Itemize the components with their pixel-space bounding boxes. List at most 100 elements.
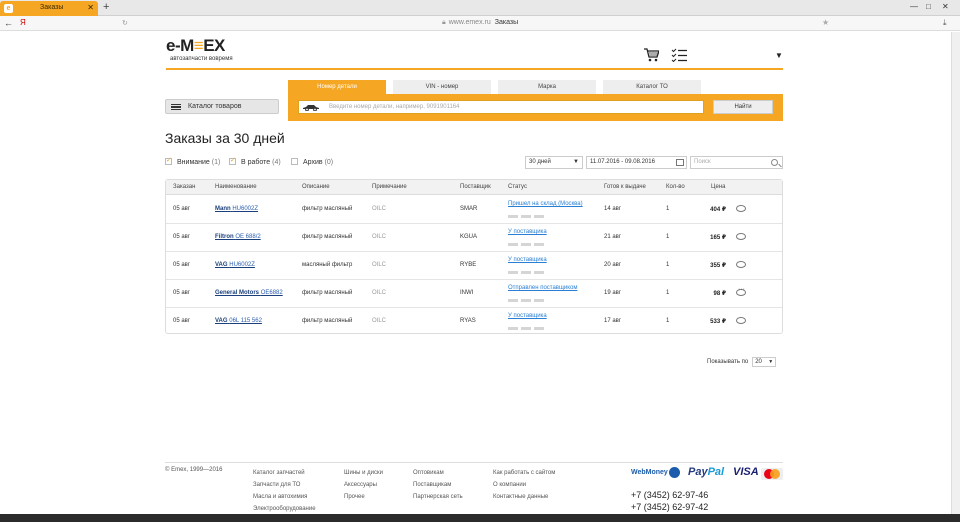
part-name-link[interactable]: Mann HU6002Z xyxy=(215,206,258,212)
maximize-icon[interactable]: □ xyxy=(926,2,931,11)
footer-link[interactable]: Аксессуары xyxy=(344,479,383,491)
logo-part: -M xyxy=(174,36,194,55)
filter-attention[interactable]: Внимание (1) xyxy=(165,156,220,166)
tab-brand[interactable]: Марка xyxy=(498,80,596,94)
filter-label: Внимание xyxy=(177,159,210,166)
bookmark-star-icon[interactable]: ★ xyxy=(822,18,829,27)
scrollbar[interactable] xyxy=(951,32,960,522)
part-name-link[interactable]: VAG HU6002Z xyxy=(215,262,255,268)
close-tab-icon[interactable]: ✕ xyxy=(87,3,94,12)
chat-icon[interactable] xyxy=(736,317,746,324)
part-name-link[interactable]: VAG 06L 115 562 xyxy=(215,318,262,324)
supplier-code: RYBE xyxy=(460,262,477,268)
url-field[interactable]: 🔒︎ www.emex.ru Заказы xyxy=(442,19,518,27)
filter-in-progress[interactable]: В работе (4) xyxy=(229,156,281,166)
phone-1[interactable]: +7 (3452) 62-97-46 xyxy=(631,490,708,500)
mastercard-logo xyxy=(761,468,783,480)
footer-link[interactable]: Запчасти для ТО xyxy=(253,479,316,491)
calendar-icon[interactable] xyxy=(676,159,684,166)
ready-date: 21 авг xyxy=(604,234,622,240)
order-status-link[interactable]: У поставщика xyxy=(508,313,547,319)
order-status-link[interactable]: Пришел на склад (Москва) xyxy=(508,201,583,207)
url-page-title: Заказы xyxy=(494,19,519,26)
orders-search-input[interactable]: Поиск xyxy=(690,156,783,169)
filter-archive[interactable]: Архив (0) xyxy=(291,158,333,166)
footer-link[interactable]: Партнерская сеть xyxy=(413,491,463,503)
footer-link[interactable]: Оптовикам xyxy=(413,467,463,479)
order-status-link[interactable]: У поставщика xyxy=(508,229,547,235)
part-name-link[interactable]: Filtron OE 688/2 xyxy=(215,234,261,240)
period-select[interactable]: 30 дней ▼ xyxy=(525,156,583,169)
ready-date: 19 авг xyxy=(604,290,622,296)
table-row: 05 авг Filtron OE 688/2 фильтр масляный OIL… xyxy=(166,224,782,252)
checklist-icon[interactable] xyxy=(671,48,687,62)
footer-link[interactable]: О компании xyxy=(493,479,555,491)
part-description: фильтр масляный xyxy=(302,234,353,240)
checkbox-icon[interactable] xyxy=(291,158,298,165)
status-progress xyxy=(508,297,547,304)
tab-maintenance-catalog[interactable]: Каталог ТО xyxy=(603,80,701,94)
order-status-link[interactable]: У поставщика xyxy=(508,257,547,263)
reload-icon[interactable]: ↻ xyxy=(122,19,128,27)
new-tab-button[interactable]: + xyxy=(103,1,109,13)
tab-vin[interactable]: VIN - номер xyxy=(393,80,491,94)
minimize-icon[interactable]: — xyxy=(910,2,918,11)
browser-tab[interactable]: e Заказы ✕ xyxy=(0,1,98,16)
date-range-field[interactable]: 11.07.2016 - 09.08.2016 xyxy=(586,156,687,169)
logo-bars: ≡ xyxy=(193,36,204,55)
cart-icon[interactable] xyxy=(643,47,659,63)
col-status: Статус xyxy=(508,184,527,190)
price: 98 ₽ xyxy=(713,291,726,297)
period-value: 30 дней xyxy=(529,159,551,165)
window-close-icon[interactable]: ✕ xyxy=(942,2,949,11)
chat-icon[interactable] xyxy=(736,261,746,268)
footer-link[interactable]: Шины и диски xyxy=(344,467,383,479)
page-title: Заказы за 30 дней xyxy=(165,130,285,146)
catalog-button[interactable]: Каталог товаров xyxy=(165,99,279,114)
footer-link[interactable]: Каталог запчастей xyxy=(253,467,316,479)
chat-icon[interactable] xyxy=(736,205,746,212)
price: 533 ₽ xyxy=(710,319,726,325)
quantity: 1 xyxy=(666,262,670,268)
webmoney-logo: WebMoney xyxy=(631,469,668,476)
filter-label: В работе xyxy=(241,159,271,166)
find-button[interactable]: Найти xyxy=(713,100,773,114)
supplier-code: KGUA xyxy=(460,234,478,240)
page-size-select[interactable]: 20 ▼ xyxy=(752,357,777,367)
search-icon[interactable] xyxy=(771,159,778,166)
yandex-logo[interactable]: Я xyxy=(20,18,26,27)
footer-link[interactable]: Поставщикам xyxy=(413,479,463,491)
order-date: 05 авг xyxy=(173,234,191,240)
footer-link[interactable]: Как работать с сайтом xyxy=(493,467,555,479)
part-brand: Filtron xyxy=(215,234,234,240)
part-description: фильтр масляный xyxy=(302,318,353,324)
chevron-down-icon[interactable]: ▼ xyxy=(775,51,783,60)
chat-unread-icon[interactable] xyxy=(736,286,746,296)
part-article: 06L 115 562 xyxy=(229,318,262,324)
footer-link[interactable]: Масла и автохимия xyxy=(253,491,316,503)
car-icon xyxy=(303,105,319,111)
logo-part: EX xyxy=(203,36,225,55)
part-search-input[interactable]: Введите номер детали, например, 90919011… xyxy=(298,100,704,114)
supplier-code: INWI xyxy=(460,290,474,296)
table-header: Заказан Наименование Описание Примечание… xyxy=(166,180,782,195)
col-name: Наименование xyxy=(215,184,257,190)
checkbox-checked-icon[interactable] xyxy=(165,156,172,165)
download-icon[interactable]: ⤓ xyxy=(943,18,947,28)
chat-icon[interactable] xyxy=(736,233,746,240)
part-brand: VAG xyxy=(215,318,228,324)
tab-part-number[interactable]: Номер детали xyxy=(288,80,386,94)
webmoney-globe-icon xyxy=(669,467,680,478)
checkbox-checked-icon[interactable] xyxy=(229,156,236,165)
back-arrow-icon[interactable]: ← xyxy=(4,18,13,28)
phone-2[interactable]: +7 (3452) 62-97-42 xyxy=(631,502,708,512)
table-row: 05 авг Mann HU6002Z фильтр масляный OILC SMA… xyxy=(166,196,782,224)
order-status-link[interactable]: Отправлен поставщиком xyxy=(508,285,577,291)
emex-logo[interactable]: e-M≡EX xyxy=(166,36,225,56)
catalog-label: Каталог товаров xyxy=(188,103,242,110)
part-description: фильтр масляный xyxy=(302,206,353,212)
caret-down-icon: ▼ xyxy=(768,359,774,365)
footer-link[interactable]: Контактные данные xyxy=(493,491,555,503)
part-name-link[interactable]: General Motors OE6882 xyxy=(215,290,283,296)
footer-link[interactable]: Прочее xyxy=(344,491,383,503)
